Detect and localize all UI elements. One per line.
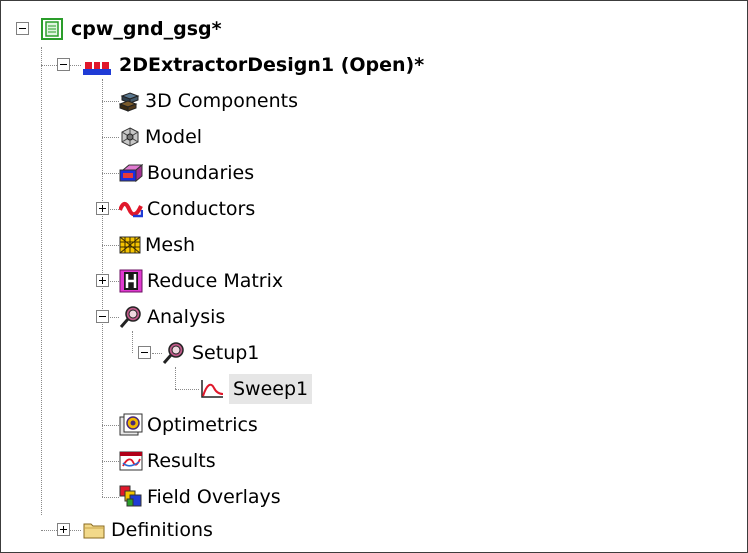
tree-line bbox=[102, 79, 103, 497]
setup-icon bbox=[162, 342, 184, 364]
tree-item-definitions[interactable]: Definitions bbox=[83, 515, 217, 545]
tree-item-conductors[interactable]: Conductors bbox=[119, 194, 259, 224]
definitions-label: Definitions bbox=[111, 519, 213, 541]
tree-item-mesh[interactable]: Mesh bbox=[119, 230, 199, 260]
optimetrics-icon bbox=[119, 413, 143, 436]
analysis-icon bbox=[119, 306, 141, 328]
tree-line bbox=[152, 353, 162, 354]
expand-toggle-definitions[interactable] bbox=[57, 523, 70, 536]
tree-line bbox=[175, 389, 199, 390]
optimetrics-label: Optimetrics bbox=[147, 414, 258, 436]
mesh-label: Mesh bbox=[145, 234, 196, 256]
tree-line bbox=[102, 173, 119, 174]
model-label: Model bbox=[145, 126, 203, 148]
3d-components-icon bbox=[119, 92, 140, 112]
tree-item-sweep1[interactable]: Sweep1 bbox=[199, 374, 313, 404]
conductors-icon bbox=[119, 201, 143, 218]
tree-item-results[interactable]: Results bbox=[119, 446, 220, 476]
model-icon bbox=[121, 127, 139, 147]
expand-toggle-conductors[interactable] bbox=[96, 202, 109, 215]
tree-line bbox=[175, 367, 176, 389]
boundaries-label: Boundaries bbox=[147, 162, 255, 184]
design-label: 2DExtractorDesign1 (Open)* bbox=[119, 54, 425, 76]
tree-line bbox=[41, 47, 42, 515]
tree-item-3d-components[interactable]: 3D Components bbox=[119, 86, 302, 116]
folder-icon bbox=[83, 523, 105, 539]
collapse-toggle-design[interactable] bbox=[57, 58, 70, 71]
tree-item-reduce-matrix[interactable]: Reduce Matrix bbox=[119, 266, 287, 296]
tree-item-optimetrics[interactable]: Optimetrics bbox=[119, 410, 262, 440]
tree-item-model[interactable]: Model bbox=[119, 122, 206, 152]
sweep-icon bbox=[201, 380, 224, 398]
tree-line bbox=[132, 331, 133, 353]
field-overlays-icon bbox=[119, 485, 142, 507]
tree-line bbox=[102, 137, 119, 138]
collapse-toggle-root[interactable] bbox=[16, 22, 29, 35]
setup1-label: Setup1 bbox=[192, 342, 260, 364]
project-tree-panel: cpw_gnd_gsg* 2DExtractorDesign1 (Open)* … bbox=[0, 0, 748, 553]
2d-extractor-design-icon bbox=[83, 55, 111, 75]
reduce-matrix-icon bbox=[119, 269, 143, 293]
results-icon bbox=[119, 451, 143, 471]
project-label: cpw_gnd_gsg* bbox=[71, 18, 222, 40]
tree-item-analysis[interactable]: Analysis bbox=[119, 302, 229, 332]
project-icon bbox=[41, 18, 63, 40]
tree-item-project[interactable]: cpw_gnd_gsg* bbox=[41, 14, 226, 44]
results-label: Results bbox=[147, 450, 216, 472]
tree-line bbox=[102, 245, 119, 246]
tree-item-design[interactable]: 2DExtractorDesign1 (Open)* bbox=[83, 50, 428, 80]
tree-line bbox=[102, 101, 119, 102]
reduce-matrix-label: Reduce Matrix bbox=[147, 270, 284, 292]
3d-components-label: 3D Components bbox=[145, 90, 298, 112]
sweep1-label: Sweep1 bbox=[229, 374, 313, 404]
collapse-toggle-analysis[interactable] bbox=[96, 310, 109, 323]
tree-line bbox=[102, 425, 119, 426]
tree-item-field-overlays[interactable]: Field Overlays bbox=[119, 482, 285, 512]
tree-item-boundaries[interactable]: Boundaries bbox=[119, 158, 258, 188]
tree-line bbox=[102, 497, 119, 498]
mesh-icon bbox=[119, 236, 141, 254]
tree-item-setup1[interactable]: Setup1 bbox=[162, 338, 263, 368]
collapse-toggle-setup1[interactable] bbox=[138, 346, 151, 359]
boundaries-icon bbox=[119, 163, 143, 183]
tree-line bbox=[102, 461, 119, 462]
field-overlays-label: Field Overlays bbox=[147, 486, 281, 508]
expand-toggle-reduce-matrix[interactable] bbox=[96, 274, 109, 287]
analysis-label: Analysis bbox=[147, 306, 226, 328]
conductors-label: Conductors bbox=[147, 198, 256, 220]
